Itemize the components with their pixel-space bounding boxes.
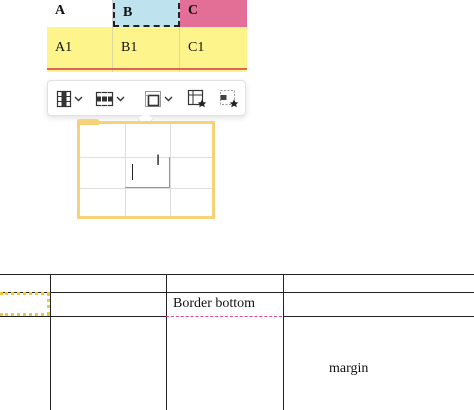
cell-a1[interactable]: A1 xyxy=(47,27,113,72)
insert-row-icon xyxy=(95,91,114,107)
cell-c1[interactable]: C1 xyxy=(180,27,247,72)
grid-line xyxy=(80,188,212,189)
row-button[interactable] xyxy=(95,88,125,110)
text-cursor-icon: I xyxy=(156,153,161,169)
table-grid-picker[interactable]: I xyxy=(77,119,215,219)
document-table: Border bottom margin xyxy=(0,274,474,410)
table-border xyxy=(0,274,474,275)
picker-handle[interactable] xyxy=(77,119,99,125)
table-border xyxy=(50,274,51,410)
cell-properties-icon xyxy=(219,89,239,109)
table-border xyxy=(283,316,474,317)
table-border xyxy=(166,274,167,410)
chevron-down-icon xyxy=(74,96,83,102)
colored-table: A B C A1 B1 C1 xyxy=(47,0,247,72)
table-border xyxy=(283,274,284,410)
row-border-bottom xyxy=(47,68,247,70)
chevron-down-icon xyxy=(116,96,125,102)
cell-b1[interactable]: B1 xyxy=(113,27,180,72)
table-properties-button[interactable] xyxy=(187,88,207,110)
chevron-down-icon xyxy=(164,96,173,102)
margin-cell-text[interactable]: margin xyxy=(329,361,368,377)
table-properties-icon xyxy=(187,89,207,109)
table-toolbar xyxy=(47,80,246,128)
header-cell-a[interactable]: A xyxy=(47,0,113,27)
text-caret xyxy=(132,164,133,180)
merge-cells-button[interactable] xyxy=(144,88,173,110)
column-button[interactable] xyxy=(56,88,83,110)
table-border xyxy=(0,316,166,317)
cell-properties-button[interactable] xyxy=(219,88,239,110)
selected-cell-outline[interactable] xyxy=(0,292,50,316)
border-bottom-cell-text[interactable]: Border bottom xyxy=(173,296,255,312)
header-cell-c[interactable]: C xyxy=(180,0,247,27)
header-cell-b[interactable]: B xyxy=(113,0,180,27)
border-bottom-indicator xyxy=(166,316,282,317)
merge-cells-icon xyxy=(144,90,162,108)
table-border xyxy=(0,292,474,293)
grid-line xyxy=(170,124,171,216)
insert-column-icon xyxy=(56,90,72,108)
